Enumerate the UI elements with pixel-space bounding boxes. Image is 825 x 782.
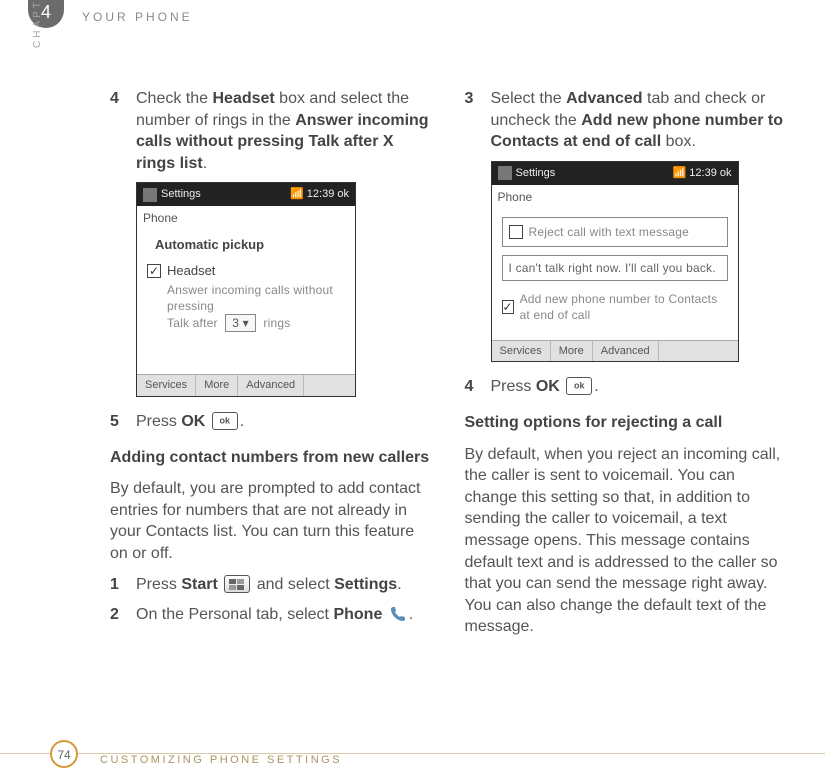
bold-phone: Phone <box>333 606 382 623</box>
text: and select <box>252 576 334 593</box>
text: . <box>240 413 244 430</box>
clock: 12:39 <box>307 188 335 200</box>
ok-button-icon <box>212 412 238 430</box>
reject-label: Reject call with text message <box>529 224 690 240</box>
step-4: 4 Check the Headset box and select the n… <box>110 88 431 174</box>
text: Press <box>491 378 536 395</box>
titlebar: Settings 📶 12:39 ok <box>492 162 738 185</box>
bold-settings: Settings <box>334 576 397 593</box>
text: On the Personal tab, select <box>136 606 333 623</box>
heading-rejecting-call: Setting options for rejecting a call <box>465 412 786 434</box>
headset-label: Headset <box>167 262 215 280</box>
step-body: Check the Headset box and select the num… <box>136 88 431 174</box>
screen-name: Phone <box>137 206 355 230</box>
answer-line: Answer incoming calls without pressing <box>147 282 345 314</box>
talk-after-label: Talk after <box>167 316 218 330</box>
step-body: Press OK . <box>491 376 786 398</box>
step-2: 2 On the Personal tab, select Phone . <box>110 604 431 626</box>
status-area: 📶 12:39 ok <box>673 166 732 181</box>
tab-advanced[interactable]: Advanced <box>238 375 304 396</box>
bold-headset: Headset <box>212 90 274 107</box>
step-body: Select the Advanced tab and check or unc… <box>491 88 786 153</box>
start-button-icon <box>224 575 250 593</box>
step-3: 3 Select the Advanced tab and check or u… <box>465 88 786 153</box>
tab-more[interactable]: More <box>196 375 238 396</box>
tab-services[interactable]: Services <box>137 375 196 396</box>
phone-icon <box>389 605 407 623</box>
text: . <box>203 155 207 172</box>
headset-checkbox[interactable] <box>147 264 161 278</box>
text: Check the <box>136 90 212 107</box>
screenshot-advanced-tab: Settings 📶 12:39 ok Phone Reject call wi… <box>491 161 739 363</box>
tabs-row: Services More Advanced <box>492 340 738 362</box>
heading-adding-contacts: Adding contact numbers from new callers <box>110 447 431 469</box>
chapter-side-label: CHAPTER <box>32 0 43 48</box>
window-title: Settings <box>161 187 201 202</box>
bold-ok: OK <box>536 378 560 395</box>
ok-indicator: ok <box>720 167 732 179</box>
headset-checkbox-row: Headset <box>147 262 345 280</box>
tab-services[interactable]: Services <box>492 341 551 362</box>
text: Press <box>136 576 181 593</box>
step-number: 1 <box>110 574 136 596</box>
page-number-badge: 74 <box>50 740 78 768</box>
tab-advanced[interactable]: Advanced <box>593 341 659 362</box>
group-heading: Automatic pickup <box>147 234 345 260</box>
footer-section-title: CUSTOMIZING PHONE SETTINGS <box>100 754 342 766</box>
text: box. <box>661 133 696 150</box>
signal-icon: 📶 <box>290 188 304 200</box>
text: Press <box>136 413 181 430</box>
add-number-row: Add new phone number to Contacts at end … <box>502 291 728 323</box>
step-1: 1 Press Start and select Settings. <box>110 574 431 596</box>
signal-icon: 📶 <box>673 167 687 179</box>
bold-start: Start <box>181 576 217 593</box>
step-number: 4 <box>110 88 136 174</box>
bold-ok: OK <box>181 413 205 430</box>
talk-after-row: Talk after 3 ▾ rings <box>147 314 345 332</box>
text: . <box>397 576 401 593</box>
clock: 12:39 <box>689 167 717 179</box>
ok-button-icon <box>566 377 592 395</box>
status-area: 📶 12:39 ok <box>290 187 349 202</box>
reject-checkbox[interactable] <box>509 225 523 239</box>
titlebar: Settings 📶 12:39 ok <box>137 183 355 206</box>
left-column: 4 Check the Headset box and select the n… <box>110 88 431 712</box>
step-number: 3 <box>465 88 491 153</box>
bold-advanced: Advanced <box>566 90 642 107</box>
footer: 74 CUSTOMIZING PHONE SETTINGS <box>0 753 825 760</box>
step-4b: 4 Press OK . <box>465 376 786 398</box>
window-title: Settings <box>516 166 556 181</box>
tabs-row: Services More Advanced <box>137 374 355 396</box>
tab-more[interactable]: More <box>551 341 593 362</box>
running-head: YOUR PHONE <box>82 10 193 24</box>
rings-label: rings <box>263 316 290 330</box>
ok-indicator: ok <box>337 188 349 200</box>
screenshot-automatic-pickup: Settings 📶 12:39 ok Phone Automatic pick… <box>136 182 356 397</box>
step-body: Press Start and select Settings. <box>136 574 431 596</box>
reject-option-box: Reject call with text message <box>502 217 728 247</box>
step-number: 5 <box>110 411 136 433</box>
start-flag-icon <box>498 166 512 180</box>
step-body: On the Personal tab, select Phone . <box>136 604 431 626</box>
step-number: 4 <box>465 376 491 398</box>
reply-message-field[interactable]: I can't talk right now. I'll call you ba… <box>502 255 728 281</box>
rings-dropdown[interactable]: 3 ▾ <box>225 314 256 332</box>
right-column: 3 Select the Advanced tab and check or u… <box>465 88 786 712</box>
start-flag-icon <box>143 188 157 202</box>
text: Select the <box>491 90 567 107</box>
add-number-checkbox[interactable] <box>502 300 514 314</box>
paragraph: By default, you are prompted to add cont… <box>110 478 431 564</box>
step-5: 5 Press OK . <box>110 411 431 433</box>
step-number: 2 <box>110 604 136 626</box>
text: . <box>409 606 413 623</box>
screen-name: Phone <box>492 185 738 209</box>
step-body: Press OK . <box>136 411 431 433</box>
add-number-label: Add new phone number to Contacts at end … <box>520 291 728 323</box>
text: . <box>594 378 598 395</box>
paragraph: By default, when you reject an incoming … <box>465 444 786 638</box>
